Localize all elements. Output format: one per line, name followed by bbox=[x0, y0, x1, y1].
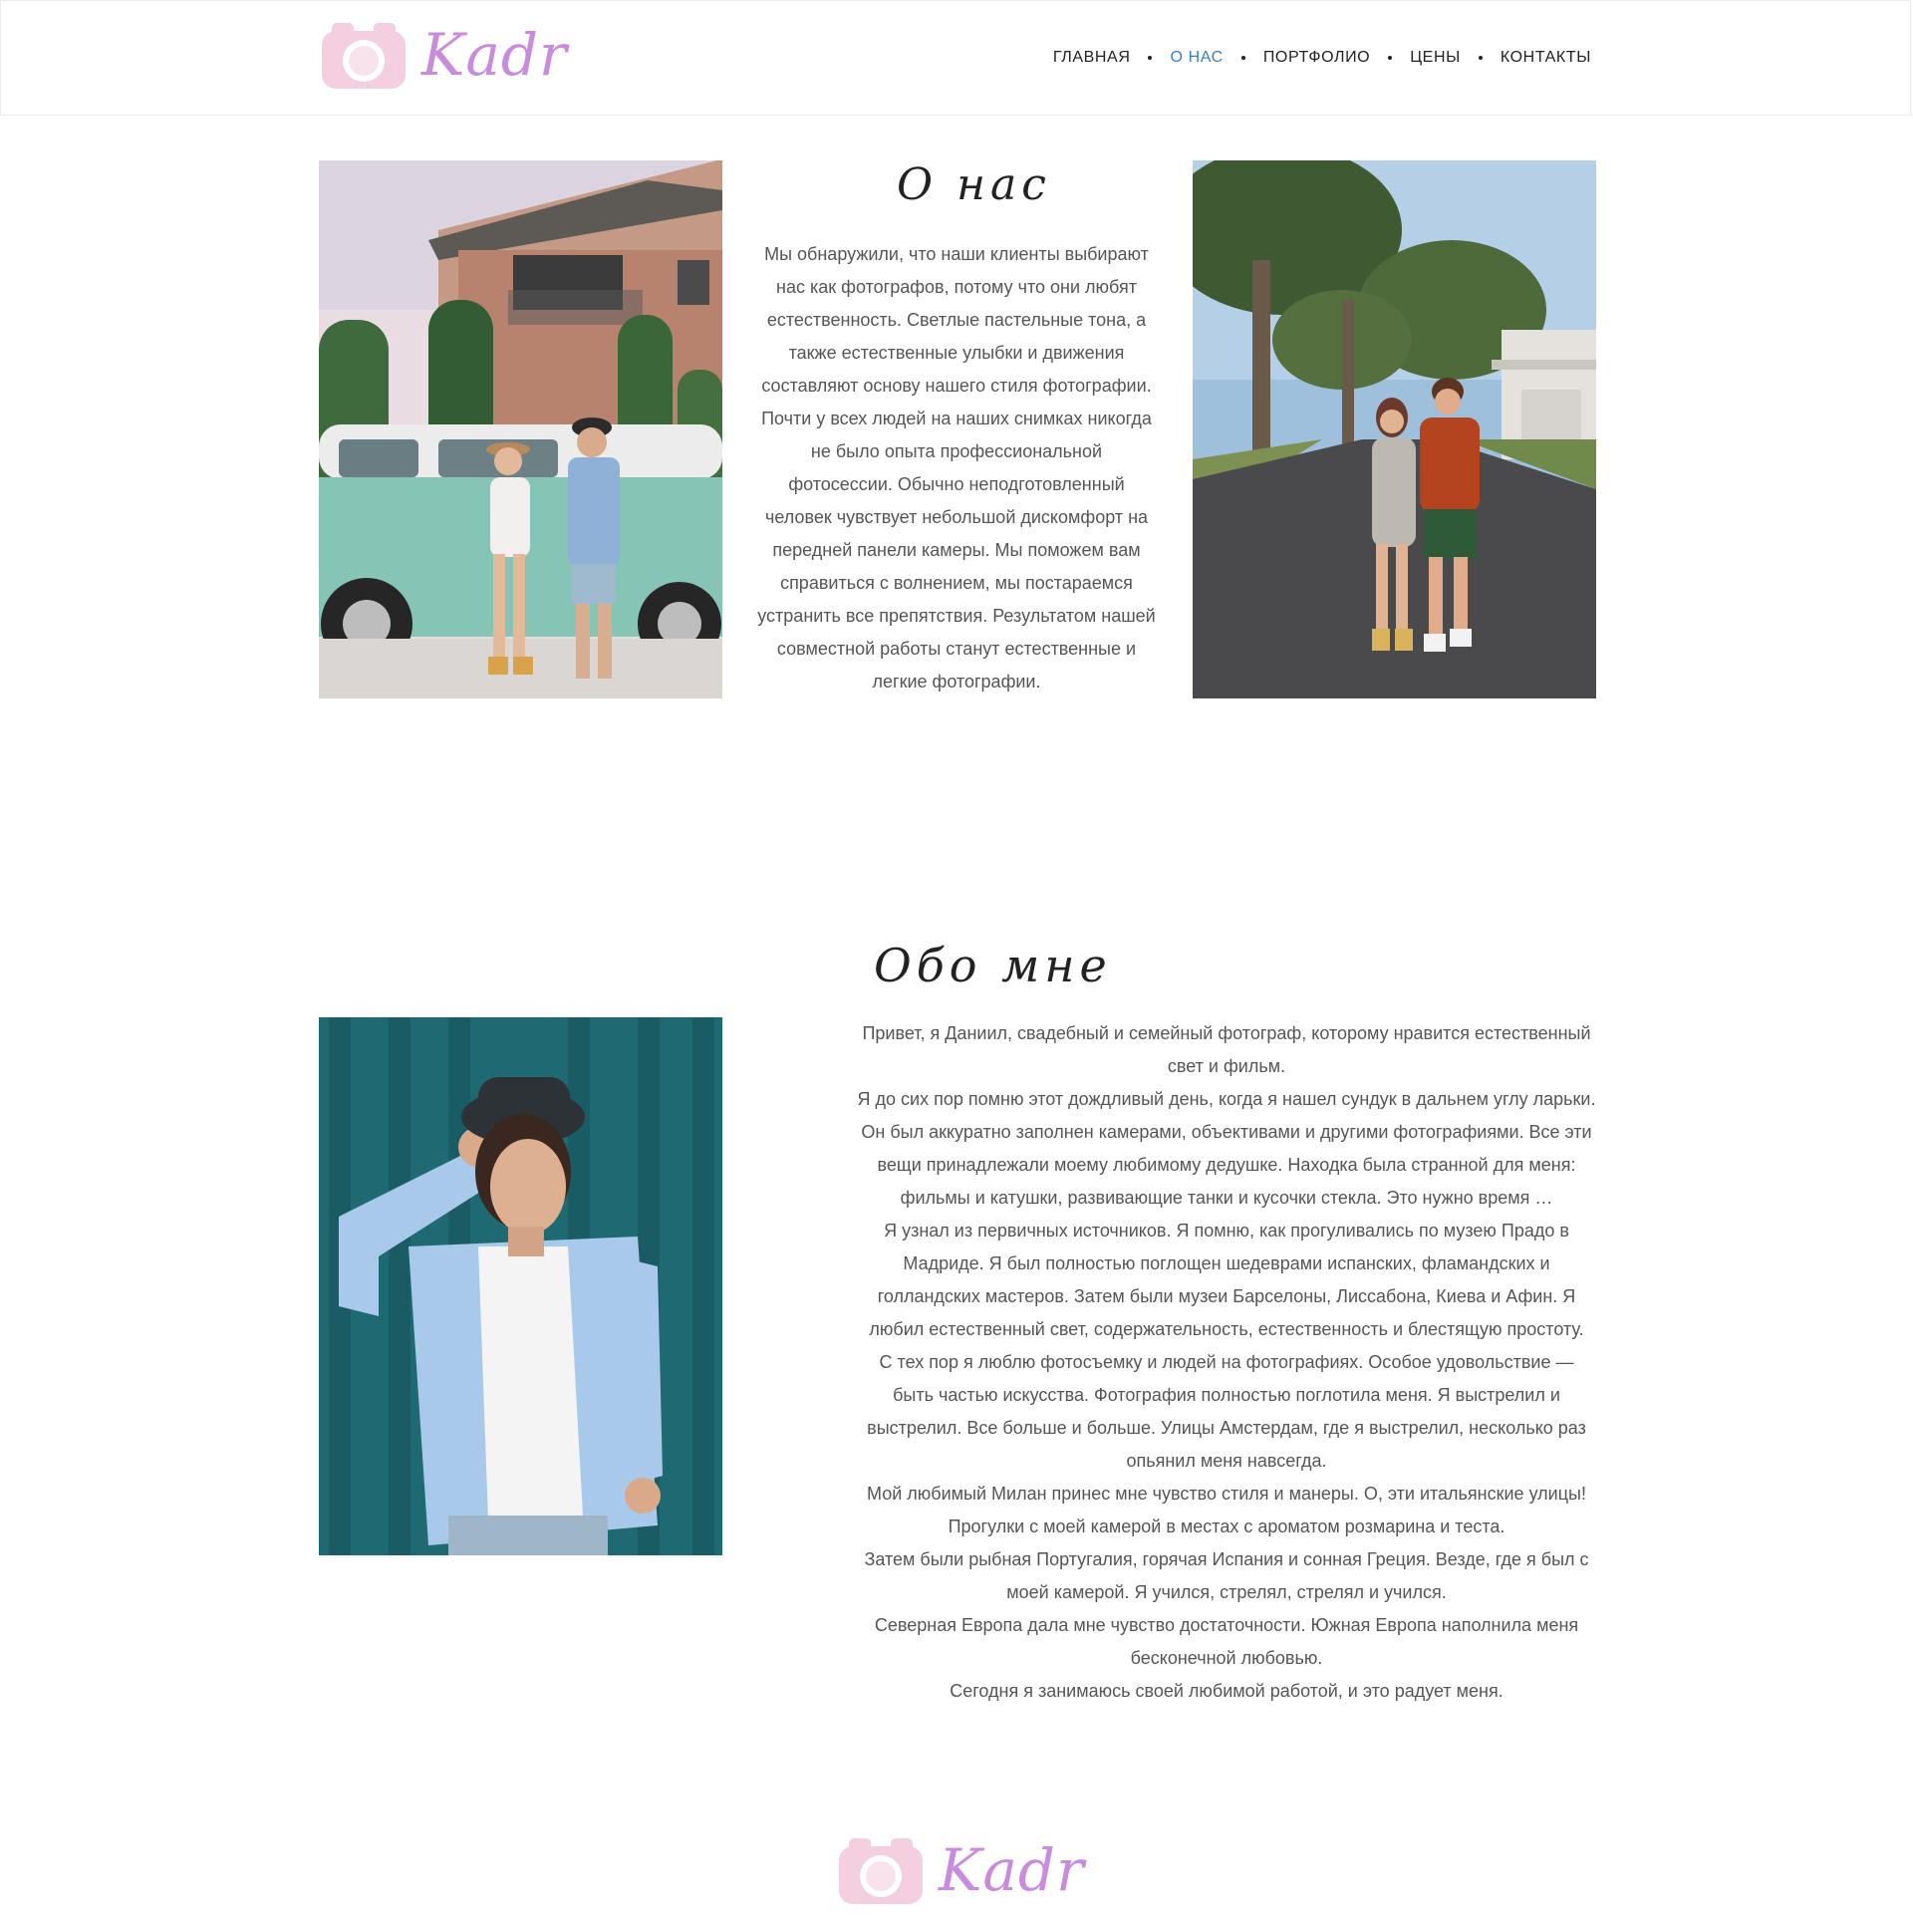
section-title-about-us: О нас bbox=[897, 159, 1051, 210]
logo-text: Kadr bbox=[421, 21, 568, 89]
nav-about[interactable]: О НАС bbox=[1170, 49, 1223, 67]
site-logo[interactable]: Kadr bbox=[320, 19, 568, 91]
about-me-paragraph: Я до сих пор помню этот дождливый день, … bbox=[857, 1089, 1596, 1208]
section-title-about-me: Обо мне bbox=[874, 939, 1112, 992]
footer-logo[interactable]: Kadr bbox=[837, 1834, 1085, 1906]
nav-separator bbox=[1148, 56, 1153, 60]
nav-separator bbox=[1240, 56, 1245, 60]
photographer-portrait bbox=[319, 1017, 722, 1555]
couple-street-photo bbox=[1193, 160, 1596, 698]
about-me-paragraph: Северная Европа дала мне чувство достато… bbox=[874, 1615, 1579, 1668]
nav-home[interactable]: ГЛАВНАЯ bbox=[1053, 49, 1131, 67]
nav-separator bbox=[1478, 56, 1483, 60]
site-header: Kadr ГЛАВНАЯ О НАС ПОРТФОЛИО ЦЕНЫ КОНТАК… bbox=[0, 0, 1911, 116]
about-me-paragraph: Я узнал из первичных источников. Я помню… bbox=[869, 1221, 1584, 1339]
camera-icon bbox=[839, 1838, 923, 1904]
main-nav: ГЛАВНАЯ О НАС ПОРТФОЛИО ЦЕНЫ КОНТАКТЫ bbox=[1053, 49, 1591, 67]
nav-prices[interactable]: ЦЕНЫ bbox=[1410, 49, 1461, 67]
camera-icon bbox=[322, 23, 406, 89]
logo-text: Kadr bbox=[939, 1836, 1085, 1904]
nav-separator bbox=[1388, 56, 1393, 60]
about-me-paragraph: С тех пор я люблю фотосъемку и людей на … bbox=[867, 1352, 1586, 1471]
about-me-text: Привет, я Даниил, свадебный и семейный ф… bbox=[857, 1017, 1596, 1708]
about-me-paragraph: Затем были рыбная Португалия, горячая Ис… bbox=[864, 1549, 1589, 1602]
about-me-paragraph: Мой любимый Милан принес мне чувство сти… bbox=[867, 1484, 1586, 1536]
nav-portfolio[interactable]: ПОРТФОЛИО bbox=[1263, 49, 1370, 67]
couple-van-photo bbox=[319, 160, 722, 698]
about-us-text: Мы обнаружили, что наши клиенты выбирают… bbox=[757, 244, 1156, 691]
nav-contacts[interactable]: КОНТАКТЫ bbox=[1501, 49, 1591, 67]
about-me-paragraph: Привет, я Даниил, свадебный и семейный ф… bbox=[862, 1023, 1591, 1076]
about-me-paragraph: Сегодня я занимаюсь своей любимой работо… bbox=[950, 1681, 1503, 1701]
